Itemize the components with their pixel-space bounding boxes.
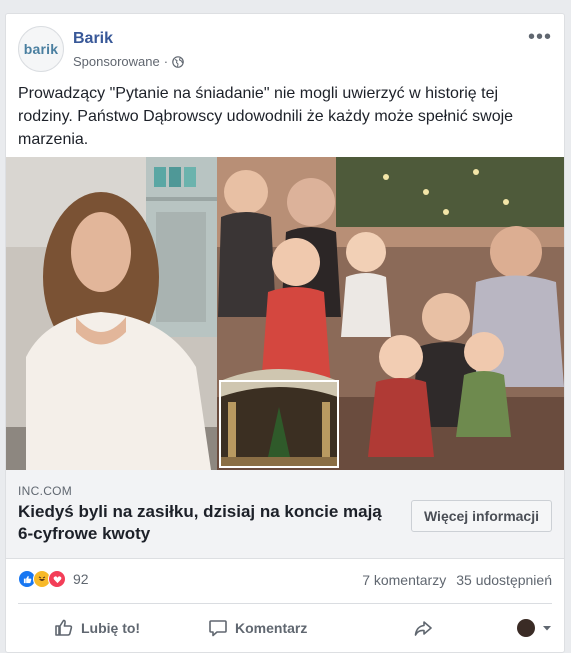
reaction-count: 92 [73, 571, 89, 587]
engagement-counts: 7 komentarzy 35 udostępnień [362, 572, 552, 588]
comment-label: Komentarz [235, 620, 308, 636]
meta-separator: · [163, 54, 169, 69]
action-bar: Lubię to! Komentarz [18, 612, 552, 644]
post-stats: 92 7 komentarzy 35 udostępnień [18, 566, 552, 590]
page-logo-text: barik [23, 41, 59, 57]
link-headline[interactable]: Kiedyś byli na zasiłku, dzisiaj na konci… [18, 501, 388, 545]
post-meta: Sponsorowane · [73, 54, 184, 69]
share-button[interactable] [413, 618, 433, 638]
post-image[interactable] [6, 157, 564, 470]
page-name-link[interactable]: Barik [73, 30, 113, 48]
like-label: Lubię to! [81, 620, 141, 636]
link-domain: INC.COM [18, 484, 73, 498]
chevron-down-icon [543, 626, 551, 631]
divider [18, 603, 552, 604]
reaction-summary[interactable]: 92 [18, 570, 89, 588]
thumbs-up-icon [55, 619, 73, 636]
more-info-button[interactable]: Więcej informacji [410, 500, 552, 532]
shares-count[interactable]: 35 udostępnień [456, 572, 552, 588]
post-text: Prowadzący "Pytanie na śniadanie" nie mo… [18, 85, 514, 148]
globe-icon[interactable] [172, 55, 184, 68]
page-avatar[interactable]: barik [18, 26, 64, 72]
comment-icon [209, 620, 227, 637]
sponsored-label[interactable]: Sponsorowane [73, 54, 160, 69]
more-options-icon[interactable]: ••• [528, 27, 552, 47]
audience-selector[interactable] [517, 619, 552, 637]
sponsored-post-card: barik Barik Sponsorowane · ••• Prowadząc… [5, 13, 565, 653]
user-avatar [517, 619, 535, 637]
collage-illustration [6, 157, 564, 470]
post-header: barik Barik Sponsorowane · ••• [18, 26, 552, 76]
link-preview[interactable]: INC.COM Kiedyś byli na zasiłku, dzisiaj … [6, 470, 564, 559]
like-button[interactable]: Lubię to! [54, 618, 140, 638]
love-reaction-icon [48, 570, 66, 588]
share-arrow-icon [414, 621, 432, 636]
comments-count[interactable]: 7 komentarzy [362, 572, 446, 588]
comment-button[interactable]: Komentarz [208, 618, 307, 638]
